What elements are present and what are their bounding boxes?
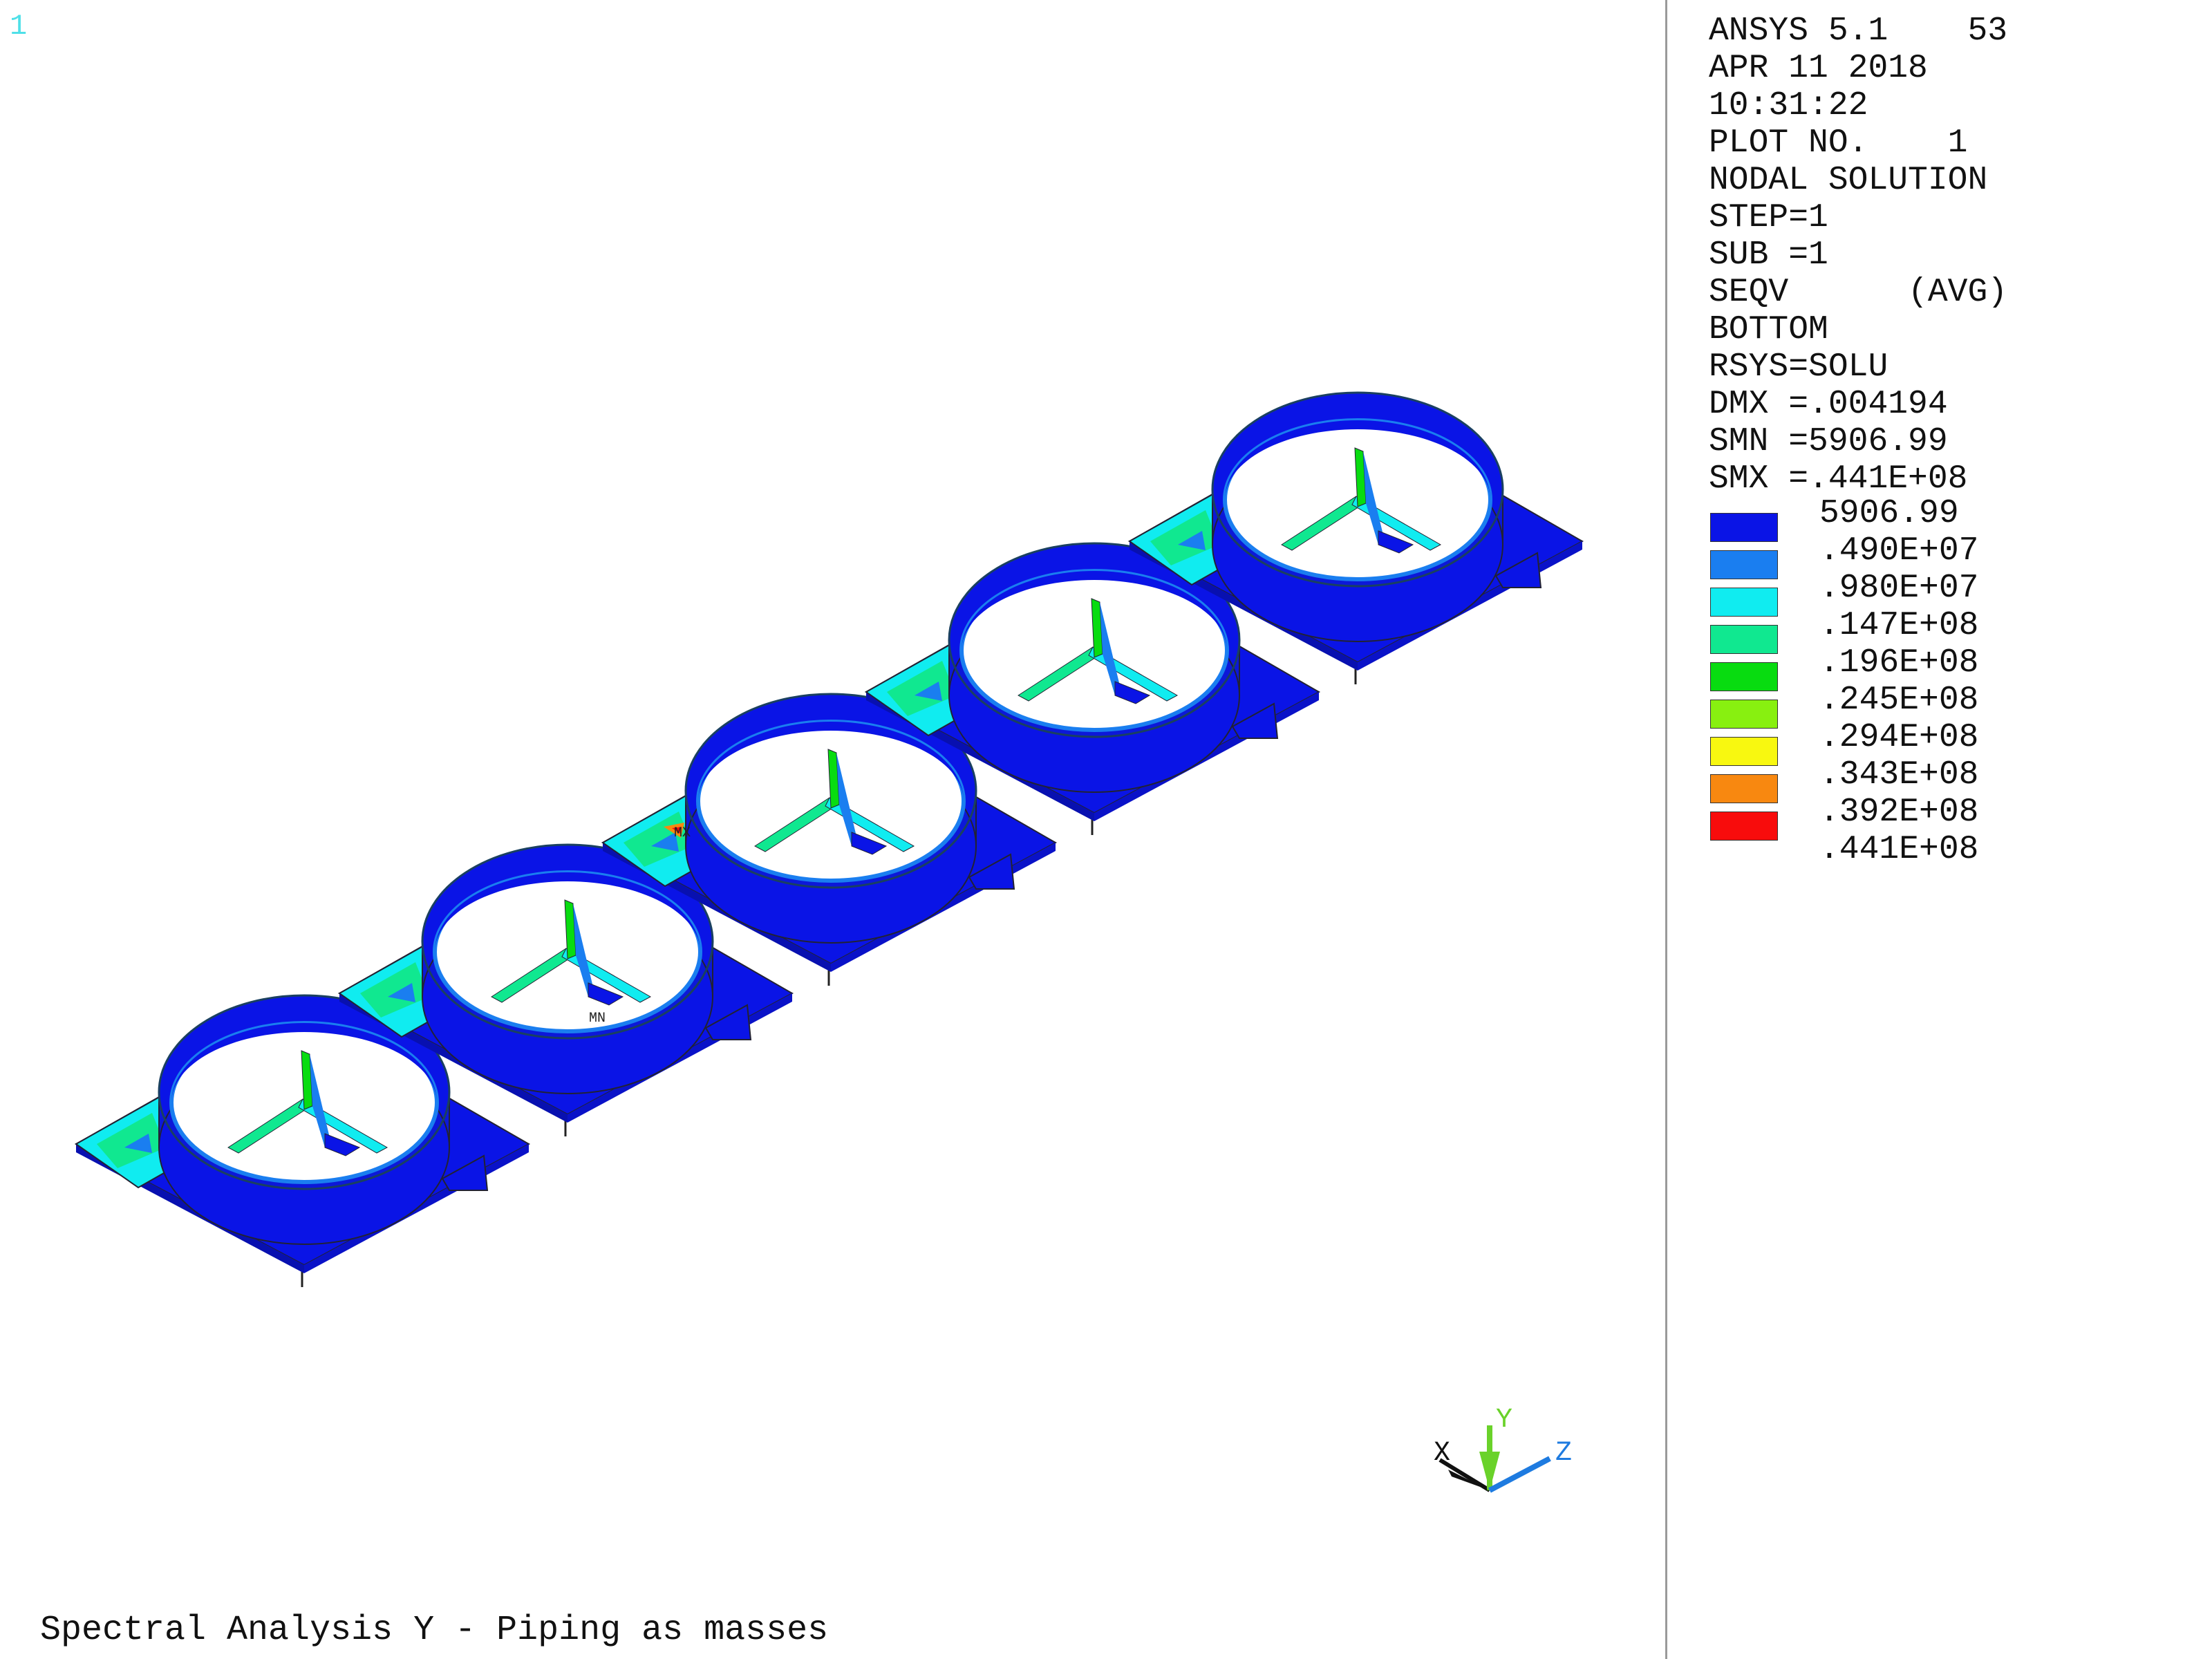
info-line: BOTTOM <box>1709 311 1828 348</box>
info-line: APR 11 2018 <box>1709 50 1928 87</box>
info-line: SMN =5906.99 <box>1709 423 1948 460</box>
max-node-marker: MX <box>674 825 691 841</box>
legend-level-label: .343E+08 <box>1819 756 1979 794</box>
info-line: ANSYS 5.1 53 <box>1709 12 2008 50</box>
contour-min-label: 5906.99 <box>1819 495 1959 532</box>
y-axis-label: Y <box>1496 1405 1512 1436</box>
legend-level-label: .490E+07 <box>1819 532 1979 570</box>
legend-swatch <box>1710 550 1778 579</box>
info-line: NODAL SOLUTION <box>1709 162 1988 199</box>
info-line: RSYS=SOLU <box>1709 348 1888 386</box>
legend-level-label: .294E+08 <box>1819 719 1979 756</box>
min-node-marker: MN <box>589 1011 606 1027</box>
info-line: SUB =1 <box>1709 236 1828 274</box>
pipe-support-assemblies <box>74 391 1584 1287</box>
info-line: SMX =.441E+08 <box>1709 460 1968 498</box>
legend-swatch <box>1710 588 1778 617</box>
z-axis-line <box>1488 1456 1551 1493</box>
graphics-viewport[interactable]: 1 MX MN X Y Z Spectral Analysis Y - Pipi… <box>0 0 1667 1659</box>
legend-level-label: .392E+08 <box>1819 794 1979 831</box>
legend-swatch <box>1710 513 1778 542</box>
legend-swatch <box>1710 700 1778 729</box>
plot-title: Spectral Analysis Y - Piping as masses <box>40 1611 829 1650</box>
x-axis-label: X <box>1434 1438 1450 1469</box>
stress-contour-model: MX MN X Y Z <box>74 391 1584 1493</box>
info-line: SEQV (AVG) <box>1709 274 2008 311</box>
legend-level-label: .147E+08 <box>1819 607 1979 644</box>
legend-swatch <box>1710 737 1778 766</box>
z-axis-label: Z <box>1555 1438 1572 1469</box>
x-axis-arrow <box>1448 1470 1490 1490</box>
legend-swatch <box>1710 625 1778 654</box>
info-line: 10:31:22 <box>1709 87 1868 124</box>
legend-swatch <box>1710 662 1778 691</box>
legend-swatch <box>1710 774 1778 803</box>
info-line: STEP=1 <box>1709 199 1828 236</box>
legend-level-label: .441E+08 <box>1819 831 1979 868</box>
legend-level-label: .196E+08 <box>1819 644 1979 682</box>
info-line: PLOT NO. 1 <box>1709 124 1968 162</box>
legend-level-label: .245E+08 <box>1819 682 1979 719</box>
legend-swatch <box>1710 812 1778 841</box>
legend-panel: ANSYS 5.1 53 APR 11 2018 10:31:22 PLOT NO. … <box>1667 0 2212 1659</box>
legend-level-label: .980E+07 <box>1819 570 1979 607</box>
coordinate-triad: X Y Z <box>1434 1405 1572 1493</box>
info-line: DMX =.004194 <box>1709 386 1948 423</box>
